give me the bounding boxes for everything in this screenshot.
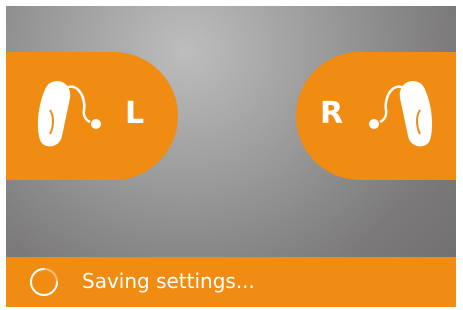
- spinner-icon: [30, 268, 58, 296]
- hearing-aid-icon: [369, 80, 433, 147]
- status-text: Saving settings...: [82, 269, 255, 293]
- left-hearing-aid-button[interactable]: L: [6, 52, 178, 180]
- right-hearing-aid-button[interactable]: R: [296, 52, 456, 180]
- left-side-label: L: [125, 96, 145, 131]
- pairing-screen: L R Saving settings...: [6, 6, 456, 307]
- hearing-aid-icon: [37, 80, 101, 147]
- right-side-label: R: [320, 96, 344, 131]
- status-bar: Saving settings...: [6, 257, 456, 307]
